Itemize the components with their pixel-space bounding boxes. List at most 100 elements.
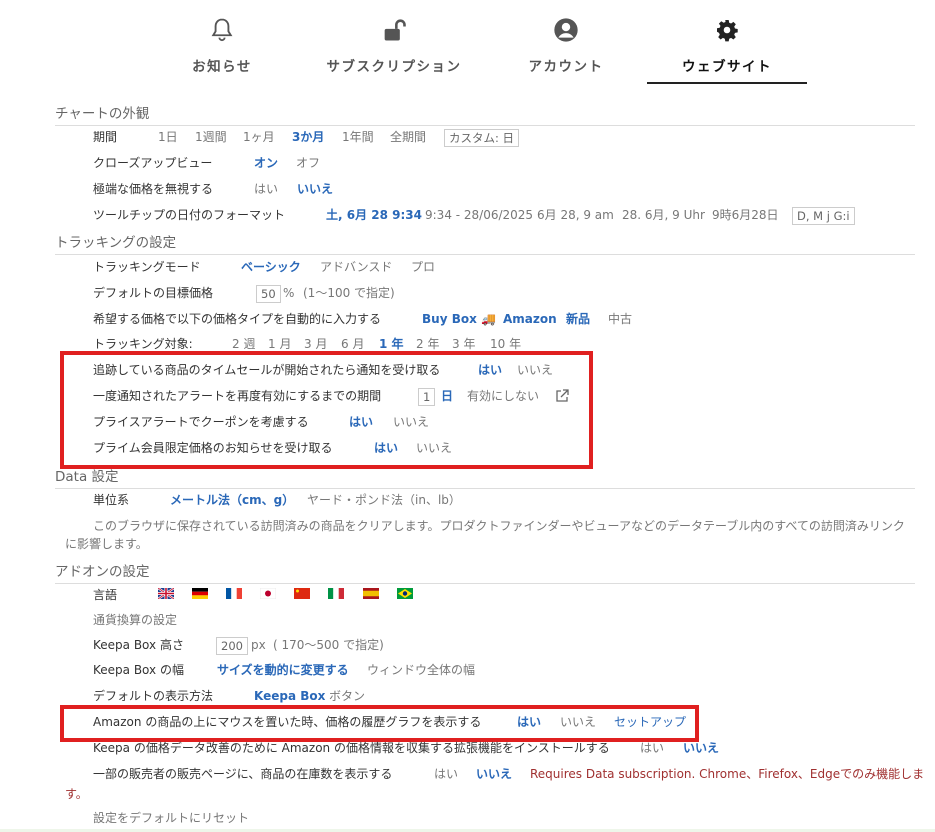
language-row: 言語 xyxy=(0,584,935,606)
tooltip-format-custom-input[interactable]: D, M j G:i xyxy=(792,207,855,225)
display-mode-row: デフォルトの表示方法 Keepa Box ボタン xyxy=(0,685,935,707)
unlock-icon xyxy=(384,19,406,41)
flag-de-icon[interactable] xyxy=(192,588,208,599)
closeup-off[interactable]: オフ xyxy=(296,152,320,174)
unit-system-imperial[interactable]: ヤード・ポンド法（in、lb） xyxy=(307,489,461,511)
section-data-title: Data 設定 xyxy=(55,467,915,489)
target-price-unit: % xyxy=(283,286,295,300)
autofill-new[interactable]: 新品 xyxy=(566,308,590,330)
target-price-hint: (1〜100 で指定) xyxy=(303,286,395,300)
closeup-label: クローズアップビュー xyxy=(93,156,213,170)
period-custom-input[interactable]: カスタム: 日 xyxy=(444,129,520,147)
period-option-all[interactable]: 全期間 xyxy=(390,126,426,148)
autofill-buybox[interactable]: Buy Box 🚚 xyxy=(422,308,496,330)
box-height-unit: px xyxy=(251,638,266,652)
settings-tabs: お知らせ サブスクリプション アカウント ウェブサイト xyxy=(0,0,935,90)
tab-subscription[interactable]: サブスクリプション xyxy=(318,0,470,84)
tooltip-format-5[interactable]: 9時6月28日 xyxy=(712,204,779,226)
box-height-label: Keepa Box 高さ xyxy=(93,638,184,652)
section-addon-title: アドオンの設定 xyxy=(55,562,915,584)
tooltip-format-1[interactable]: 土, 6月 28 9:34 xyxy=(326,204,422,226)
bell-icon xyxy=(211,18,233,42)
autofill-row: 希望する価格で以下の価格タイプを自動的に入力する Buy Box 🚚 Amazo… xyxy=(0,308,935,330)
highlight-box-alerts xyxy=(60,351,593,469)
clear-visited-row-2: に影響します。 xyxy=(0,533,935,555)
extreme-no[interactable]: いいえ xyxy=(297,178,333,200)
period-option-1d[interactable]: 1日 xyxy=(158,126,178,148)
collect-yes[interactable]: はい xyxy=(640,737,664,759)
section-chart-title: チャートの外観 xyxy=(55,104,915,126)
tab-subscription-label: サブスクリプション xyxy=(326,59,462,75)
extreme-label: 極端な価格を無視する xyxy=(93,182,214,196)
flag-fr-icon[interactable] xyxy=(226,588,242,599)
tooltip-format-label: ツールチップの日付のフォーマット xyxy=(93,208,286,222)
stock-no[interactable]: いいえ xyxy=(476,763,512,785)
tab-website[interactable]: ウェブサイト xyxy=(647,0,807,84)
extreme-yes[interactable]: はい xyxy=(254,178,278,200)
clear-visited-text-cont: に影響します。 xyxy=(65,537,148,551)
tracking-mode-row: トラッキングモード ベーシック アドバンスド プロ xyxy=(0,256,935,278)
box-height-hint: ( 170〜500 で指定) xyxy=(273,638,384,652)
tracking-mode-advanced[interactable]: アドバンスド xyxy=(320,256,392,278)
box-height-row: Keepa Box 高さ 200 px ( 170〜500 で指定) xyxy=(0,634,935,656)
display-mode-button[interactable]: ボタン xyxy=(329,685,365,707)
collect-no[interactable]: いいえ xyxy=(683,737,719,759)
flag-jp-icon[interactable] xyxy=(260,588,276,599)
box-width-label: Keepa Box の幅 xyxy=(93,663,184,677)
closeup-row: クローズアップビュー オン オフ xyxy=(0,152,935,174)
reset-defaults-link[interactable]: 設定をデフォルトにリセット xyxy=(93,807,249,829)
extreme-row: 極端な価格を無視する はい いいえ xyxy=(0,178,935,200)
period-option-3m[interactable]: 3か月 xyxy=(292,126,324,148)
closeup-on[interactable]: オン xyxy=(254,152,278,174)
autofill-used[interactable]: 中古 xyxy=(608,308,632,330)
reset-row: 設定をデフォルトにリセット xyxy=(0,807,935,829)
tab-notifications[interactable]: お知らせ xyxy=(172,0,272,84)
period-option-1w[interactable]: 1週間 xyxy=(195,126,227,148)
stock-requirement-note: Requires Data subscription. Chrome、Firef… xyxy=(530,767,925,781)
display-mode-label: デフォルトの表示方法 xyxy=(93,689,214,703)
box-width-row: Keepa Box の幅 サイズを動的に変更する ウィンドウ全体の幅 xyxy=(0,659,935,681)
box-width-dynamic[interactable]: サイズを動的に変更する xyxy=(217,659,349,681)
target-price-row: デフォルトの目標価格 50 % (1〜100 で指定) xyxy=(0,282,935,304)
flag-it-icon[interactable] xyxy=(328,588,344,599)
target-price-label: デフォルトの目標価格 xyxy=(93,286,214,300)
box-height-input[interactable]: 200 xyxy=(216,637,248,655)
currency-row: 通貨換算の設定 xyxy=(0,609,935,631)
language-label: 言語 xyxy=(93,588,118,602)
tab-website-label: ウェブサイト xyxy=(682,59,772,75)
gear-icon xyxy=(717,20,738,42)
autofill-label: 希望する価格で以下の価格タイプを自動的に入力する xyxy=(93,312,382,326)
stock-requirement-note-cont: す。 xyxy=(65,787,88,801)
tracking-mode-basic[interactable]: ベーシック xyxy=(241,256,301,278)
account-icon xyxy=(554,18,578,42)
unit-system-metric[interactable]: メートル法（cm、g） xyxy=(170,489,294,511)
tooltip-format-3[interactable]: 6月 28, 9 am xyxy=(537,204,614,226)
flag-es-icon[interactable] xyxy=(363,588,379,599)
unit-system-label: 単位系 xyxy=(93,493,130,507)
display-mode-box[interactable]: Keepa Box xyxy=(254,685,325,707)
stock-row-cont: す。 xyxy=(0,783,935,805)
tooltip-format-2[interactable]: 9:34 - 28/06/2025 xyxy=(425,204,533,226)
flag-br-icon[interactable] xyxy=(397,588,413,599)
collect-label: Keepa の価格データ改善のために Amazon の価格情報を収集する拡張機能… xyxy=(93,741,610,755)
target-price-input[interactable]: 50 xyxy=(256,285,281,303)
tab-notifications-label: お知らせ xyxy=(192,59,252,75)
stock-row: 一部の販売者の販売ページに、商品の在庫数を表示する はい いいえ Require… xyxy=(0,763,935,785)
tooltip-format-4[interactable]: 28. 6月, 9 Uhr xyxy=(622,204,705,226)
period-row: 期間 1日 1週間 1ヶ月 3か月 1年間 全期間 カスタム: 日 xyxy=(0,126,935,148)
tooltip-format-row: ツールチップの日付のフォーマット 土, 6月 28 9:34 9:34 - 28… xyxy=(0,204,935,226)
stock-yes[interactable]: はい xyxy=(434,763,458,785)
period-option-1m[interactable]: 1ヶ月 xyxy=(243,126,275,148)
tab-account[interactable]: アカウント xyxy=(516,0,616,84)
box-width-full[interactable]: ウィンドウ全体の幅 xyxy=(367,659,475,681)
flag-uk-icon[interactable] xyxy=(158,588,174,599)
currency-settings-link[interactable]: 通貨換算の設定 xyxy=(93,609,177,631)
period-label: 期間 xyxy=(93,130,118,144)
collect-row: Keepa の価格データ改善のために Amazon の価格情報を収集する拡張機能… xyxy=(0,737,935,759)
tracking-mode-label: トラッキングモード xyxy=(93,260,201,274)
autofill-amazon[interactable]: Amazon xyxy=(503,308,557,330)
tracking-mode-pro[interactable]: プロ xyxy=(411,256,435,278)
flag-cn-icon[interactable] xyxy=(294,588,310,599)
tab-account-label: アカウント xyxy=(528,59,604,75)
period-option-1y[interactable]: 1年間 xyxy=(342,126,374,148)
